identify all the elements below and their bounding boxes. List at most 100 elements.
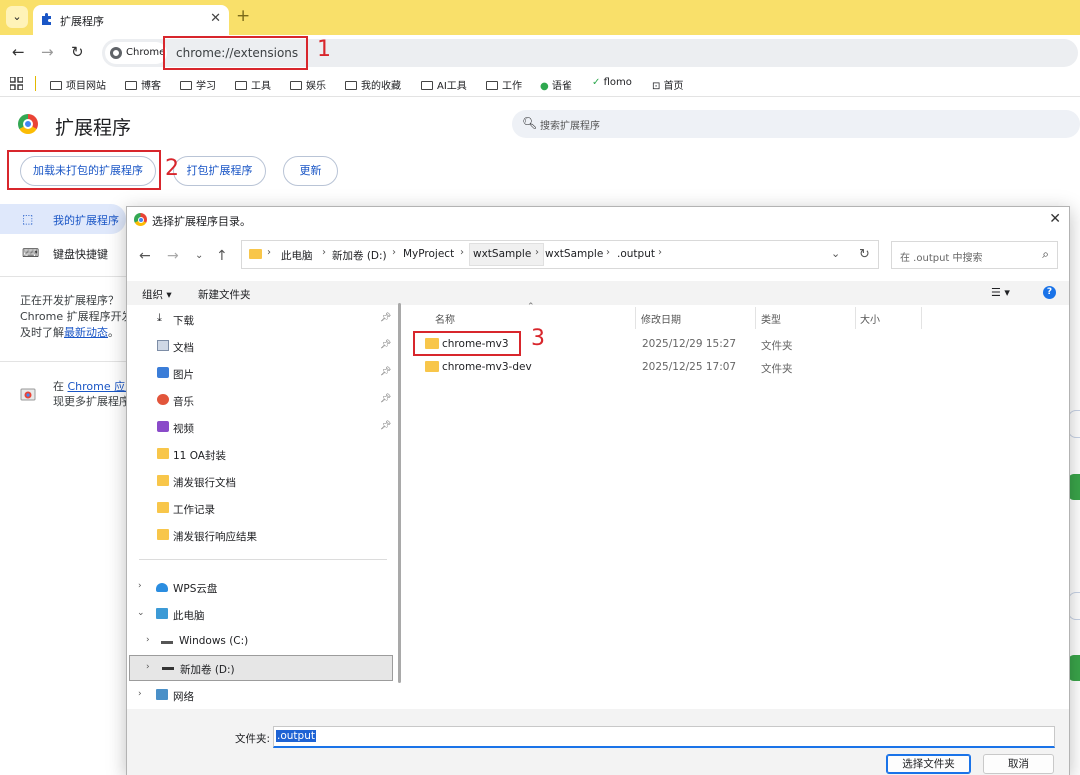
- download-icon: ⤓: [157, 311, 162, 324]
- folder-name-value: .output: [276, 730, 316, 742]
- up-icon[interactable]: ↑: [216, 248, 228, 264]
- bookmark-folder[interactable]: 学习: [180, 77, 216, 92]
- annotation-number-1: 1: [317, 37, 331, 62]
- nav-item-folder[interactable]: 浦发银行文档: [127, 469, 395, 493]
- site-chip[interactable]: Chrome: [105, 42, 167, 64]
- pin-icon[interactable]: 📌︎: [380, 421, 391, 431]
- bookmark-folder[interactable]: 博客: [125, 77, 161, 92]
- pack-extension-button[interactable]: 打包扩展程序: [173, 156, 266, 186]
- nav-item-pictures[interactable]: 图片 📌︎: [127, 361, 395, 385]
- sidebar-item-my-extensions[interactable]: ⬚ 我的扩展程序: [0, 204, 126, 234]
- sidebar-item-shortcuts[interactable]: ⌨ 键盘快捷键: [0, 238, 126, 268]
- recent-locations-icon[interactable]: ⌄: [195, 250, 203, 261]
- nav-item-folder[interactable]: 工作记录: [127, 496, 395, 520]
- pin-icon[interactable]: 📌︎: [380, 313, 391, 323]
- bookmark-link[interactable]: ● 语雀: [540, 77, 572, 92]
- nav-item-downloads[interactable]: ⤓ 下载 📌︎: [127, 307, 395, 331]
- view-options-icon[interactable]: ☰ ▾: [991, 286, 1010, 299]
- pin-icon[interactable]: 📌︎: [380, 394, 391, 404]
- computer-icon: [156, 608, 168, 619]
- select-folder-button[interactable]: 选择文件夹: [886, 754, 971, 774]
- bookmark-folder[interactable]: 工作: [486, 77, 522, 92]
- folder-icon: [421, 81, 433, 90]
- pin-icon[interactable]: 📌︎: [380, 340, 391, 350]
- video-icon: [157, 421, 169, 432]
- extensions-search[interactable]: 🔍︎ 搜索扩展程序: [512, 110, 1080, 138]
- new-tab-button[interactable]: +: [236, 6, 250, 26]
- bookmark-folder[interactable]: AI工具: [421, 77, 467, 92]
- column-header-size[interactable]: 大小: [860, 311, 880, 326]
- drive-icon: [162, 661, 174, 670]
- bookmark-folder[interactable]: 项目网站: [50, 77, 106, 92]
- column-header-name[interactable]: 名称: [435, 311, 455, 326]
- refresh-icon[interactable]: ↻: [859, 247, 870, 262]
- cancel-button[interactable]: 取消: [983, 754, 1054, 774]
- whats-new-link[interactable]: 最新动态: [64, 326, 108, 339]
- column-header-date[interactable]: 修改日期: [641, 311, 681, 326]
- nav-item-new-volume[interactable]: › 新加卷 (D:): [129, 655, 393, 681]
- nav-item-music[interactable]: 音乐 📌︎: [127, 388, 395, 412]
- column-divider[interactable]: [635, 307, 636, 329]
- folder-icon: [125, 81, 137, 90]
- chevron-right-icon: ›: [392, 247, 396, 258]
- close-icon[interactable]: ✕: [210, 11, 221, 26]
- highlight-box-load-unpacked: [7, 150, 161, 190]
- music-icon: [157, 394, 169, 405]
- organize-button[interactable]: 组织 ▾: [142, 287, 172, 302]
- annotation-number-3: 3: [531, 326, 545, 351]
- reload-icon[interactable]: ↻: [71, 43, 84, 61]
- update-button[interactable]: 更新: [283, 156, 338, 186]
- nav-pane-scrollbar[interactable]: [398, 303, 401, 683]
- bookmark-folder[interactable]: 娱乐: [290, 77, 326, 92]
- bookmark-folder[interactable]: 我的收藏: [345, 77, 401, 92]
- file-row[interactable]: chrome-mv3-dev 2025/12/25 17:07 文件夹: [407, 356, 1027, 378]
- web-store-link[interactable]: Chrome 应用: [68, 380, 134, 393]
- file-name: chrome-mv3-dev: [442, 361, 532, 373]
- nav-item-folder[interactable]: 11 OA封装: [127, 442, 395, 466]
- folder-search-input[interactable]: 在 .output 中搜索 ⌕: [891, 241, 1058, 269]
- breadcrumb-wxtsample-inner[interactable]: wxtSample: [545, 248, 603, 260]
- developer-info: 正在开发扩展程序？ Chrome 扩展程序开发 及时了解最新动态。: [20, 294, 130, 339]
- folder-name-input[interactable]: .output: [273, 726, 1055, 748]
- new-folder-button[interactable]: 新建文件夹: [198, 287, 251, 302]
- column-divider[interactable]: [921, 307, 922, 329]
- tab-search-button[interactable]: ⌄: [6, 6, 28, 28]
- chevron-right-icon[interactable]: ›: [138, 689, 142, 699]
- tab-extensions[interactable]: 扩展程序 ✕: [33, 5, 229, 35]
- breadcrumb-new-volume[interactable]: 新加卷 (D:): [332, 248, 387, 263]
- nav-item-this-pc[interactable]: ⌄ 此电脑: [127, 602, 395, 626]
- chevron-right-icon[interactable]: ›: [146, 662, 150, 672]
- breadcrumb-this-pc[interactable]: 此电脑: [281, 248, 313, 263]
- chevron-right-icon[interactable]: ›: [146, 635, 150, 645]
- back-icon[interactable]: ←: [139, 248, 151, 264]
- nav-item-folder[interactable]: 浦发银行响应结果: [127, 523, 395, 547]
- bookmark-link[interactable]: ⊡ 首页: [652, 77, 684, 92]
- bookmark-folder[interactable]: 工具: [235, 77, 271, 92]
- nav-item-videos[interactable]: 视频 📌︎: [127, 415, 395, 439]
- nav-item-documents[interactable]: 文档 📌︎: [127, 334, 395, 358]
- pin-icon[interactable]: 📌︎: [380, 367, 391, 377]
- chevron-down-icon[interactable]: ⌄: [831, 247, 840, 260]
- file-type: 文件夹: [761, 363, 793, 375]
- chevron-right-icon[interactable]: ›: [138, 581, 142, 591]
- chevron-down-icon[interactable]: ⌄: [137, 608, 145, 618]
- forward-icon[interactable]: →: [41, 43, 54, 61]
- back-icon[interactable]: ←: [12, 43, 25, 61]
- column-divider[interactable]: [755, 307, 756, 329]
- nav-item-windows-drive[interactable]: › Windows (C:): [127, 629, 395, 653]
- breadcrumb-myproject[interactable]: MyProject: [403, 248, 454, 260]
- yuque-icon: ●: [540, 81, 552, 92]
- close-icon[interactable]: ✕: [1049, 211, 1061, 227]
- bookmark-link[interactable]: ✓ flomo: [592, 77, 632, 88]
- column-header-type[interactable]: 类型: [761, 311, 781, 326]
- column-divider[interactable]: [855, 307, 856, 329]
- breadcrumb-wxtsample[interactable]: wxtSample: [473, 248, 531, 260]
- path-bar[interactable]: › 此电脑 › 新加卷 (D:) › MyProject › wxtSample…: [241, 240, 879, 269]
- nav-item-wps-cloud[interactable]: › WPS云盘: [127, 575, 395, 599]
- breadcrumb-output[interactable]: .output: [617, 248, 655, 260]
- nav-item-network[interactable]: › 网络: [127, 683, 395, 707]
- help-icon[interactable]: ?: [1043, 286, 1056, 299]
- apps-grid-icon[interactable]: [10, 77, 23, 90]
- forward-icon[interactable]: →: [167, 248, 179, 264]
- chrome-logo-icon: [110, 47, 122, 59]
